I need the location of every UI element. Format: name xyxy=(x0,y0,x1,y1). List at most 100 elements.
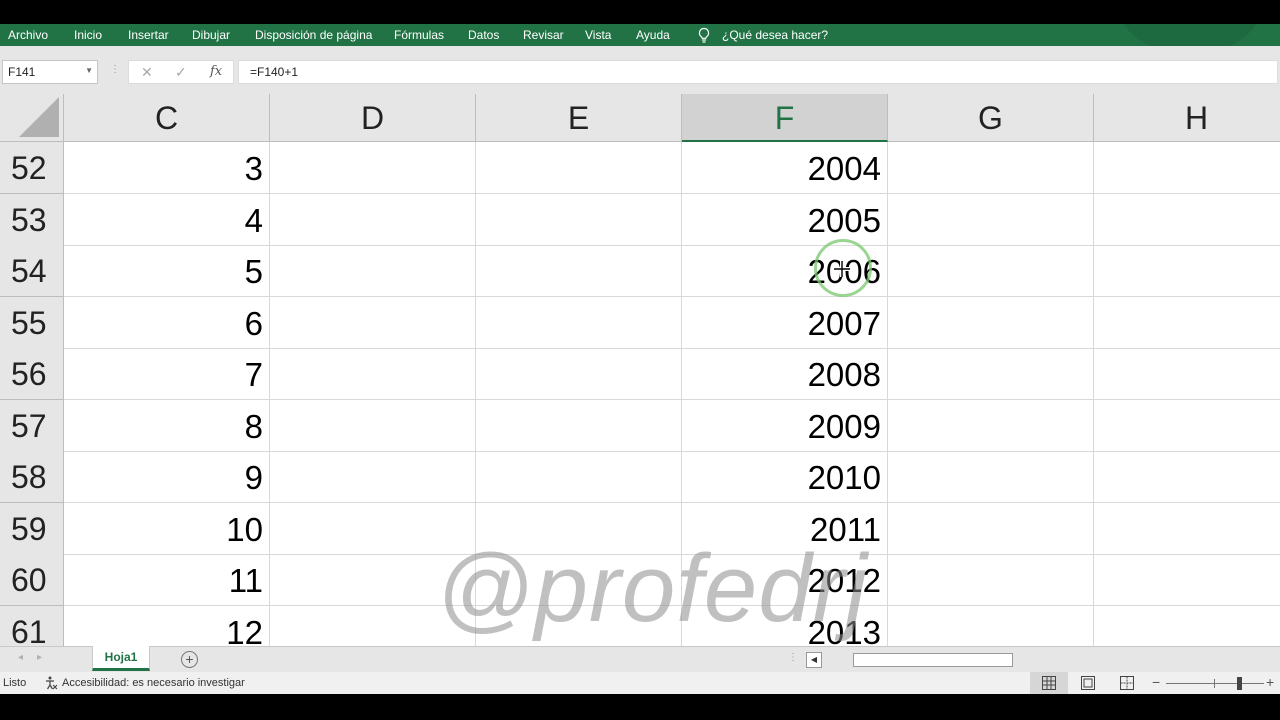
insert-function-icon[interactable]: fx xyxy=(210,64,222,79)
row-header-52[interactable]: 52 xyxy=(0,142,64,194)
drag-handle-icon[interactable]: ⋮ xyxy=(110,64,120,75)
row-header-61[interactable]: 61 xyxy=(0,606,64,646)
sheet-tab-hoja1[interactable]: Hoja1 xyxy=(92,646,150,671)
cell-c61[interactable]: 12 xyxy=(64,606,270,646)
chevron-down-icon[interactable]: ▼ xyxy=(85,66,93,75)
zoom-in-icon[interactable]: + xyxy=(1266,674,1274,690)
plus-circle-icon[interactable]: + xyxy=(181,651,198,668)
cell-g59[interactable] xyxy=(888,503,1094,555)
tab-revisar[interactable]: Revisar xyxy=(523,28,564,42)
cell-c60[interactable]: 11 xyxy=(64,554,270,606)
cell-f52[interactable]: 2004 xyxy=(682,142,888,194)
row-header-57[interactable]: 57 xyxy=(0,400,64,452)
cell-c57[interactable]: 8 xyxy=(64,400,270,452)
tab-formulas[interactable]: Fórmulas xyxy=(394,28,444,42)
scroll-splitter-icon[interactable]: ⋮ xyxy=(788,652,798,663)
cell-g58[interactable] xyxy=(888,451,1094,503)
zoom-out-icon[interactable]: − xyxy=(1152,674,1160,690)
tab-vista[interactable]: Vista xyxy=(585,28,611,42)
cell-e58[interactable] xyxy=(476,451,682,503)
accessibility-status[interactable]: Accesibilidad: es necesario investigar xyxy=(62,677,245,689)
cell-d55[interactable] xyxy=(270,297,476,349)
cell-c53[interactable]: 4 xyxy=(64,194,270,246)
cell-h57[interactable] xyxy=(1094,400,1280,452)
cell-f55[interactable]: 2007 xyxy=(682,297,888,349)
zoom-slider[interactable]: − + xyxy=(1152,674,1280,692)
tab-inicio[interactable]: Inicio xyxy=(74,28,102,42)
cell-d54[interactable] xyxy=(270,245,476,297)
cell-h54[interactable] xyxy=(1094,245,1280,297)
cell-d58[interactable] xyxy=(270,451,476,503)
name-box[interactable]: F141 ▼ xyxy=(2,60,98,84)
column-header-c[interactable]: C xyxy=(64,94,270,142)
cell-e56[interactable] xyxy=(476,348,682,400)
tab-ayuda[interactable]: Ayuda xyxy=(636,28,670,42)
cell-c52[interactable]: 3 xyxy=(64,142,270,194)
cell-h60[interactable] xyxy=(1094,554,1280,606)
cell-c58[interactable]: 9 xyxy=(64,451,270,503)
column-header-f[interactable]: F xyxy=(682,94,888,142)
cell-g55[interactable] xyxy=(888,297,1094,349)
row-header-55[interactable]: 55 xyxy=(0,297,64,349)
page-layout-view-button[interactable] xyxy=(1069,672,1107,694)
select-all-button[interactable] xyxy=(0,94,64,142)
row-header-54[interactable]: 54 xyxy=(0,245,64,297)
scroll-left-icon[interactable]: ◀ xyxy=(806,652,822,668)
cell-h59[interactable] xyxy=(1094,503,1280,555)
page-break-view-button[interactable] xyxy=(1108,672,1146,694)
cancel-x-icon[interactable]: ✕ xyxy=(141,64,153,81)
cell-c56[interactable]: 7 xyxy=(64,348,270,400)
cell-d53[interactable] xyxy=(270,194,476,246)
row-header-58[interactable]: 58 xyxy=(0,451,64,503)
cell-f56[interactable]: 2008 xyxy=(682,348,888,400)
column-header-d[interactable]: D xyxy=(270,94,476,142)
tab-datos[interactable]: Datos xyxy=(468,28,499,42)
cell-g56[interactable] xyxy=(888,348,1094,400)
normal-view-button[interactable] xyxy=(1030,672,1068,694)
cell-f57[interactable]: 2009 xyxy=(682,400,888,452)
cell-g54[interactable] xyxy=(888,245,1094,297)
row-header-56[interactable]: 56 xyxy=(0,348,64,400)
cell-e55[interactable] xyxy=(476,297,682,349)
horizontal-scrollbar[interactable]: ◀ xyxy=(806,652,1280,668)
worksheet-grid[interactable]: C D E F G H 52 3 2004 53 4 2005 54 5 2006 55 6 2007… xyxy=(0,94,1280,646)
cell-f58[interactable]: 2010 xyxy=(682,451,888,503)
column-header-h[interactable]: H xyxy=(1094,94,1280,142)
formula-input[interactable]: =F140+1 xyxy=(238,60,1278,84)
cell-e52[interactable] xyxy=(476,142,682,194)
zoom-knob[interactable] xyxy=(1237,677,1242,690)
cell-f53[interactable]: 2005 xyxy=(682,194,888,246)
column-header-e[interactable]: E xyxy=(476,94,682,142)
cell-h55[interactable] xyxy=(1094,297,1280,349)
cell-c54[interactable]: 5 xyxy=(64,245,270,297)
tab-insertar[interactable]: Insertar xyxy=(128,28,169,42)
cell-d57[interactable] xyxy=(270,400,476,452)
zoom-track[interactable] xyxy=(1166,683,1264,684)
tab-dibujar[interactable]: Dibujar xyxy=(192,28,230,42)
cell-e57[interactable] xyxy=(476,400,682,452)
cell-h58[interactable] xyxy=(1094,451,1280,503)
row-header-60[interactable]: 60 xyxy=(0,554,64,606)
enter-check-icon[interactable]: ✓ xyxy=(175,64,187,81)
tab-archivo[interactable]: Archivo xyxy=(8,28,48,42)
cell-d52[interactable] xyxy=(270,142,476,194)
cell-e54[interactable] xyxy=(476,245,682,297)
cell-c59[interactable]: 10 xyxy=(64,503,270,555)
cell-h52[interactable] xyxy=(1094,142,1280,194)
cell-g57[interactable] xyxy=(888,400,1094,452)
cell-g53[interactable] xyxy=(888,194,1094,246)
cell-g60[interactable] xyxy=(888,554,1094,606)
cell-g52[interactable] xyxy=(888,142,1094,194)
cell-d56[interactable] xyxy=(270,348,476,400)
sheet-nav-arrows-icon[interactable]: ◂▸ xyxy=(18,652,56,663)
cell-h56[interactable] xyxy=(1094,348,1280,400)
tab-disposicion[interactable]: Disposición de página xyxy=(255,28,372,42)
cell-h61[interactable] xyxy=(1094,606,1280,646)
cell-g61[interactable] xyxy=(888,606,1094,646)
scroll-thumb[interactable] xyxy=(853,653,1013,667)
column-header-g[interactable]: G xyxy=(888,94,1094,142)
accessibility-icon[interactable] xyxy=(44,676,58,690)
row-header-59[interactable]: 59 xyxy=(0,503,64,555)
cell-e53[interactable] xyxy=(476,194,682,246)
cell-h53[interactable] xyxy=(1094,194,1280,246)
